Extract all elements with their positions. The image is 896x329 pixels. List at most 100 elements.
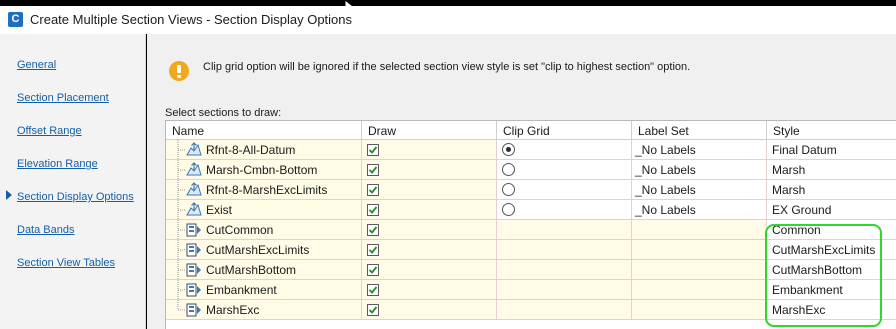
style-value: Common bbox=[772, 223, 821, 237]
draw-cell bbox=[362, 260, 497, 280]
style-cell[interactable]: Final Datum bbox=[767, 140, 896, 160]
style-cell[interactable]: Marsh bbox=[767, 180, 896, 200]
draw-checkbox[interactable] bbox=[367, 304, 379, 316]
sidebar-item-general[interactable]: General bbox=[17, 59, 56, 71]
draw-checkbox[interactable] bbox=[367, 184, 379, 196]
draw-checkbox[interactable] bbox=[367, 204, 379, 216]
style-cell[interactable]: Embankment bbox=[767, 280, 896, 300]
clip-grid-cell bbox=[497, 220, 632, 240]
section-name: Marsh-Cmbn-Bottom bbox=[206, 163, 318, 177]
table-row[interactable]: Rfnt-8-MarshExcLimits _No Labels Marsh bbox=[166, 180, 896, 200]
surface-icon bbox=[186, 202, 202, 218]
sidebar-item-offset-range[interactable]: Offset Range bbox=[17, 125, 82, 137]
table-row[interactable]: Rfnt-8-All-Datum _No Labels Final Datum bbox=[166, 140, 896, 160]
draw-cell bbox=[362, 140, 497, 160]
window-title: Create Multiple Section Views - Section … bbox=[30, 12, 353, 27]
label-set-cell[interactable]: _No Labels bbox=[632, 160, 767, 180]
draw-cell bbox=[362, 280, 497, 300]
sidebar-item-elevation-range[interactable]: Elevation Range bbox=[17, 158, 98, 170]
clip-grid-radio[interactable] bbox=[502, 203, 515, 216]
title-bar: C Create Multiple Section Views - Sectio… bbox=[0, 6, 896, 34]
section-name: CutCommon bbox=[206, 223, 274, 237]
main-panel: Clip grid option will be ignored if the … bbox=[147, 34, 896, 329]
table-row[interactable]: CutMarshExcLimits CutMarshExcLimits bbox=[166, 240, 896, 260]
clip-grid-cell bbox=[497, 300, 632, 320]
section-name: Embankment bbox=[206, 283, 277, 297]
clip-grid-radio[interactable] bbox=[502, 143, 515, 156]
draw-checkbox[interactable] bbox=[367, 264, 379, 276]
sidebar-item-section-display-options[interactable]: Section Display Options bbox=[17, 191, 134, 203]
clip-grid-cell bbox=[497, 140, 632, 160]
draw-checkbox[interactable] bbox=[367, 144, 379, 156]
draw-checkbox[interactable] bbox=[367, 284, 379, 296]
draw-checkbox[interactable] bbox=[367, 244, 379, 256]
table-row[interactable]: Embankment Embankment bbox=[166, 280, 896, 300]
name-cell: MarshExc bbox=[166, 300, 362, 320]
label-set-cell[interactable]: _No Labels bbox=[632, 180, 767, 200]
section-name: CutMarshExcLimits bbox=[206, 243, 310, 257]
name-cell: Rfnt-8-MarshExcLimits bbox=[166, 180, 362, 200]
material-icon bbox=[186, 262, 202, 278]
style-cell[interactable]: MarshExc bbox=[767, 300, 896, 320]
label-set-value: _No Labels bbox=[635, 183, 696, 197]
civil3d-app-icon: C bbox=[8, 12, 23, 27]
style-value: Final Datum bbox=[772, 143, 837, 157]
style-cell[interactable]: Common bbox=[767, 220, 896, 240]
column-header-name[interactable]: Name bbox=[166, 121, 362, 140]
label-set-cell[interactable]: _No Labels bbox=[632, 140, 767, 160]
draw-cell bbox=[362, 160, 497, 180]
draw-cell bbox=[362, 240, 497, 260]
clip-grid-cell bbox=[497, 180, 632, 200]
label-set-cell bbox=[632, 220, 767, 240]
draw-cell bbox=[362, 180, 497, 200]
surface-icon bbox=[186, 182, 202, 198]
style-value: Marsh bbox=[772, 183, 806, 197]
draw-cell bbox=[362, 220, 497, 240]
column-header-clip-grid[interactable]: Clip Grid bbox=[497, 121, 632, 140]
label-set-cell[interactable]: _No Labels bbox=[632, 200, 767, 220]
table-row[interactable]: Exist _No Labels EX Ground bbox=[166, 200, 896, 220]
name-cell: Marsh-Cmbn-Bottom bbox=[166, 160, 362, 180]
name-cell: Rfnt-8-All-Datum bbox=[166, 140, 362, 160]
label-set-value: _No Labels bbox=[635, 163, 696, 177]
style-value: MarshExc bbox=[772, 303, 826, 317]
name-cell: Embankment bbox=[166, 280, 362, 300]
clip-grid-radio[interactable] bbox=[502, 183, 515, 196]
table-row[interactable]: MarshExc MarshExc bbox=[166, 300, 896, 320]
draw-checkbox[interactable] bbox=[367, 164, 379, 176]
section-name: Exist bbox=[206, 203, 233, 217]
sidebar-item-section-placement[interactable]: Section Placement bbox=[17, 92, 109, 104]
style-value: CutMarshBottom bbox=[772, 263, 863, 277]
wizard-sidebar: General Section Placement Offset Range E… bbox=[0, 34, 146, 329]
clip-grid-cell bbox=[497, 260, 632, 280]
surface-icon bbox=[186, 142, 202, 158]
name-cell: CutMarshBottom bbox=[166, 260, 362, 280]
style-cell[interactable]: EX Ground bbox=[767, 200, 896, 220]
label-set-value: _No Labels bbox=[635, 203, 696, 217]
sidebar-item-data-bands[interactable]: Data Bands bbox=[17, 224, 74, 236]
column-header-style[interactable]: Style bbox=[767, 121, 896, 140]
warning-icon bbox=[169, 61, 189, 81]
style-value: CutMarshExcLimits bbox=[772, 243, 876, 257]
style-cell[interactable]: Marsh bbox=[767, 160, 896, 180]
name-cell: CutMarshExcLimits bbox=[166, 240, 362, 260]
style-cell[interactable]: CutMarshBottom bbox=[767, 260, 896, 280]
clip-grid-cell bbox=[497, 240, 632, 260]
draw-cell bbox=[362, 300, 497, 320]
style-cell[interactable]: CutMarshExcLimits bbox=[767, 240, 896, 260]
table-row[interactable]: Marsh-Cmbn-Bottom _No Labels Marsh bbox=[166, 160, 896, 180]
column-header-draw[interactable]: Draw bbox=[362, 121, 497, 140]
section-name: Rfnt-8-MarshExcLimits bbox=[206, 183, 328, 197]
column-header-label-set[interactable]: Label Set bbox=[632, 121, 767, 140]
draw-checkbox[interactable] bbox=[367, 224, 379, 236]
material-icon bbox=[186, 302, 202, 318]
section-name: MarshExc bbox=[206, 303, 260, 317]
sidebar-item-section-view-tables[interactable]: Section View Tables bbox=[17, 257, 115, 269]
table-row[interactable]: CutMarshBottom CutMarshBottom bbox=[166, 260, 896, 280]
select-sections-label: Select sections to draw: bbox=[165, 107, 282, 119]
draw-cell bbox=[362, 200, 497, 220]
clip-grid-radio[interactable] bbox=[502, 163, 515, 176]
warning-message: Clip grid option will be ignored if the … bbox=[203, 61, 691, 73]
section-name: Rfnt-8-All-Datum bbox=[206, 143, 296, 157]
table-row[interactable]: CutCommon Common bbox=[166, 220, 896, 240]
